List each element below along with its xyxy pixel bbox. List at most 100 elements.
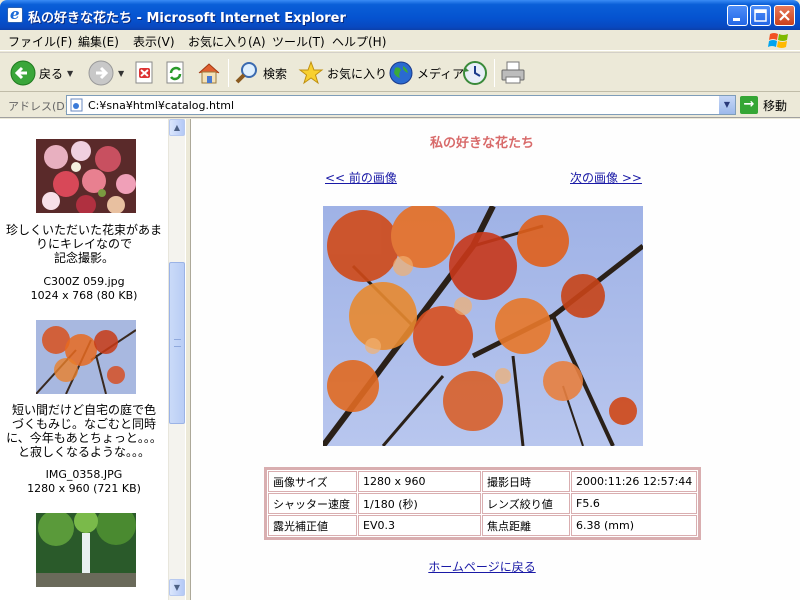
exif-label: 焦点距離 <box>482 515 570 536</box>
media-globe-icon <box>389 61 413 85</box>
media-button[interactable]: メディア <box>388 58 464 88</box>
exif-value: 2000:11:26 12:57:44 <box>571 471 698 492</box>
minimize-icon <box>733 18 740 21</box>
back-dropdown-icon[interactable]: ▼ <box>67 69 73 78</box>
go-arrow-icon: → <box>740 96 758 114</box>
address-url: C:¥sna¥html¥catalog.html <box>88 99 235 112</box>
thumbnail-fileinfo: IMG_0358.JPG 1280 x 960 (721 KB) <box>0 468 168 496</box>
thumbnail-frame: 珍しくいただいた花束があま りにキレイなので 記念撮影。 C300Z 059.j… <box>0 119 168 600</box>
title-bar[interactable]: 私の好きな花たち - Microsoft Internet Explorer <box>0 0 800 30</box>
windows-logo-icon <box>768 33 788 48</box>
exif-value: EV0.3 <box>358 515 481 536</box>
menu-edit[interactable]: 編集(E) <box>78 33 119 50</box>
refresh-icon <box>166 61 184 84</box>
exif-table: 画像サイズ 1280 x 960 撮影日時 2000:11:26 12:57:4… <box>264 467 702 540</box>
media-label: メディア <box>417 66 465 81</box>
waterfall-thumbnail[interactable] <box>36 513 136 587</box>
stop-icon <box>135 61 153 84</box>
home-icon <box>198 63 220 84</box>
caption-line: 短い間だけど自宅の庭で色 <box>11 403 156 417</box>
minimize-button[interactable] <box>727 5 748 26</box>
thumbnail-fileinfo: C300Z 059.jpg 1024 x 768 (80 KB) <box>0 275 168 303</box>
address-bar: アドレス(D) C:¥sna¥html¥catalog.html ▼ → 移動 <box>0 93 800 118</box>
scroll-thumb[interactable] <box>169 262 185 424</box>
maximize-icon <box>754 9 767 22</box>
caption-line: と寂しくなるような。。。 <box>17 445 150 459</box>
exif-value: F5.6 <box>571 493 698 514</box>
favorites-button[interactable]: お気に入り <box>298 58 387 88</box>
menu-bar: ファイル(F) 編集(E) 表示(V) お気に入り(A) ツール(T) ヘルプ(… <box>0 30 800 51</box>
caption-line: に、今年もあとちょっと。。。 <box>6 431 162 445</box>
forward-dropdown-icon[interactable]: ▼ <box>118 69 124 78</box>
toolbar-separator <box>228 59 229 87</box>
search-button[interactable]: 検索 <box>234 58 287 88</box>
maple-thumbnail[interactable] <box>36 320 136 394</box>
thumbnail-caption: 短い間だけど自宅の庭で色 づくもみじ。なごむと同時 に、今年もあとちょっと。。。… <box>0 403 168 459</box>
stop-button[interactable] <box>134 58 156 88</box>
table-row: シャッター速度 1/180 (秒) レンズ絞り値 F5.6 <box>268 493 698 514</box>
print-icon <box>501 61 525 84</box>
exif-value: 6.38 (mm) <box>571 515 698 536</box>
forward-arrow-icon <box>88 60 114 86</box>
toolbar: 戻る ▼ ▼ 検索 お気に入り メディア <box>0 52 800 92</box>
thumbnail-size: 1024 x 768 (80 KB) <box>30 289 138 302</box>
history-icon <box>463 61 487 85</box>
back-label: 戻る <box>39 66 64 81</box>
caption-line: づくもみじ。なごむと同時 <box>11 417 156 431</box>
refresh-button[interactable] <box>165 58 187 88</box>
scroll-down-icon[interactable]: ▼ <box>169 579 185 596</box>
menu-view[interactable]: 表示(V) <box>133 33 175 50</box>
history-button[interactable] <box>462 58 488 88</box>
menu-tools[interactable]: ツール(T) <box>272 33 325 50</box>
exif-value: 1/180 (秒) <box>358 493 481 514</box>
caption-line: 記念撮影。 <box>53 251 114 265</box>
ie-icon <box>7 5 23 23</box>
content-frame: 私の好きな花たち << 前の画像 次の画像 >> 画像サイズ 1280 x 96… <box>191 119 800 600</box>
page-icon <box>70 98 83 112</box>
menu-favorites[interactable]: お気に入り(A) <box>188 33 266 50</box>
window-title: 私の好きな花たち - Microsoft Internet Explorer <box>28 11 346 26</box>
exif-label: シャッター速度 <box>268 493 357 514</box>
thumbnail-size: 1280 x 960 (721 KB) <box>27 482 141 495</box>
table-row: 露光補正値 EV0.3 焦点距離 6.38 (mm) <box>268 515 698 536</box>
thumbnail-filename: C300Z 059.jpg <box>43 275 125 288</box>
main-photo <box>323 206 643 446</box>
menu-file[interactable]: ファイル(F) <box>8 33 72 50</box>
search-icon <box>235 62 257 84</box>
home-page-link[interactable]: ホームページに戻る <box>191 558 773 575</box>
back-arrow-icon <box>10 60 36 86</box>
close-icon <box>779 10 790 21</box>
page-title: 私の好きな花たち <box>429 136 534 151</box>
go-button[interactable]: → 移動 <box>740 96 787 114</box>
bouquet-thumbnail[interactable] <box>36 139 136 213</box>
exif-label: 露光補正値 <box>268 515 357 536</box>
exif-label: レンズ絞り値 <box>482 493 570 514</box>
thumbnail-filename: IMG_0358.JPG <box>45 468 123 481</box>
prev-image-link[interactable]: << 前の画像 <box>325 169 397 186</box>
search-label: 検索 <box>263 66 288 81</box>
grip-icon <box>174 339 181 347</box>
home-button[interactable] <box>196 58 222 88</box>
favorites-label: お気に入り <box>327 66 388 81</box>
address-field[interactable]: C:¥sna¥html¥catalog.html ▼ <box>66 95 736 115</box>
maximize-button[interactable] <box>750 5 771 26</box>
menu-help[interactable]: ヘルプ(H) <box>332 33 386 50</box>
thumbnail-caption: 珍しくいただいた花束があま りにキレイなので 記念撮影。 <box>0 223 168 265</box>
print-button[interactable] <box>500 58 526 88</box>
exif-label: 画像サイズ <box>268 471 357 492</box>
back-button[interactable]: 戻る ▼ <box>10 58 73 88</box>
address-dropdown-icon[interactable]: ▼ <box>718 96 735 114</box>
exif-label: 撮影日時 <box>482 471 570 492</box>
caption-line: 珍しくいただいた花束があま <box>5 223 162 237</box>
exif-value: 1280 x 960 <box>358 471 481 492</box>
table-row: 画像サイズ 1280 x 960 撮影日時 2000:11:26 12:57:4… <box>268 471 698 492</box>
favorites-star-icon <box>298 60 324 85</box>
caption-line: りにキレイなので <box>35 237 132 251</box>
scroll-up-icon[interactable]: ▲ <box>169 119 185 136</box>
close-button[interactable] <box>774 5 795 26</box>
left-scrollbar[interactable]: ▲ ▼ <box>168 119 185 600</box>
go-label: 移動 <box>763 98 788 113</box>
forward-button[interactable]: ▼ <box>88 58 124 88</box>
toolbar-separator <box>494 59 495 87</box>
next-image-link[interactable]: 次の画像 >> <box>570 169 642 186</box>
